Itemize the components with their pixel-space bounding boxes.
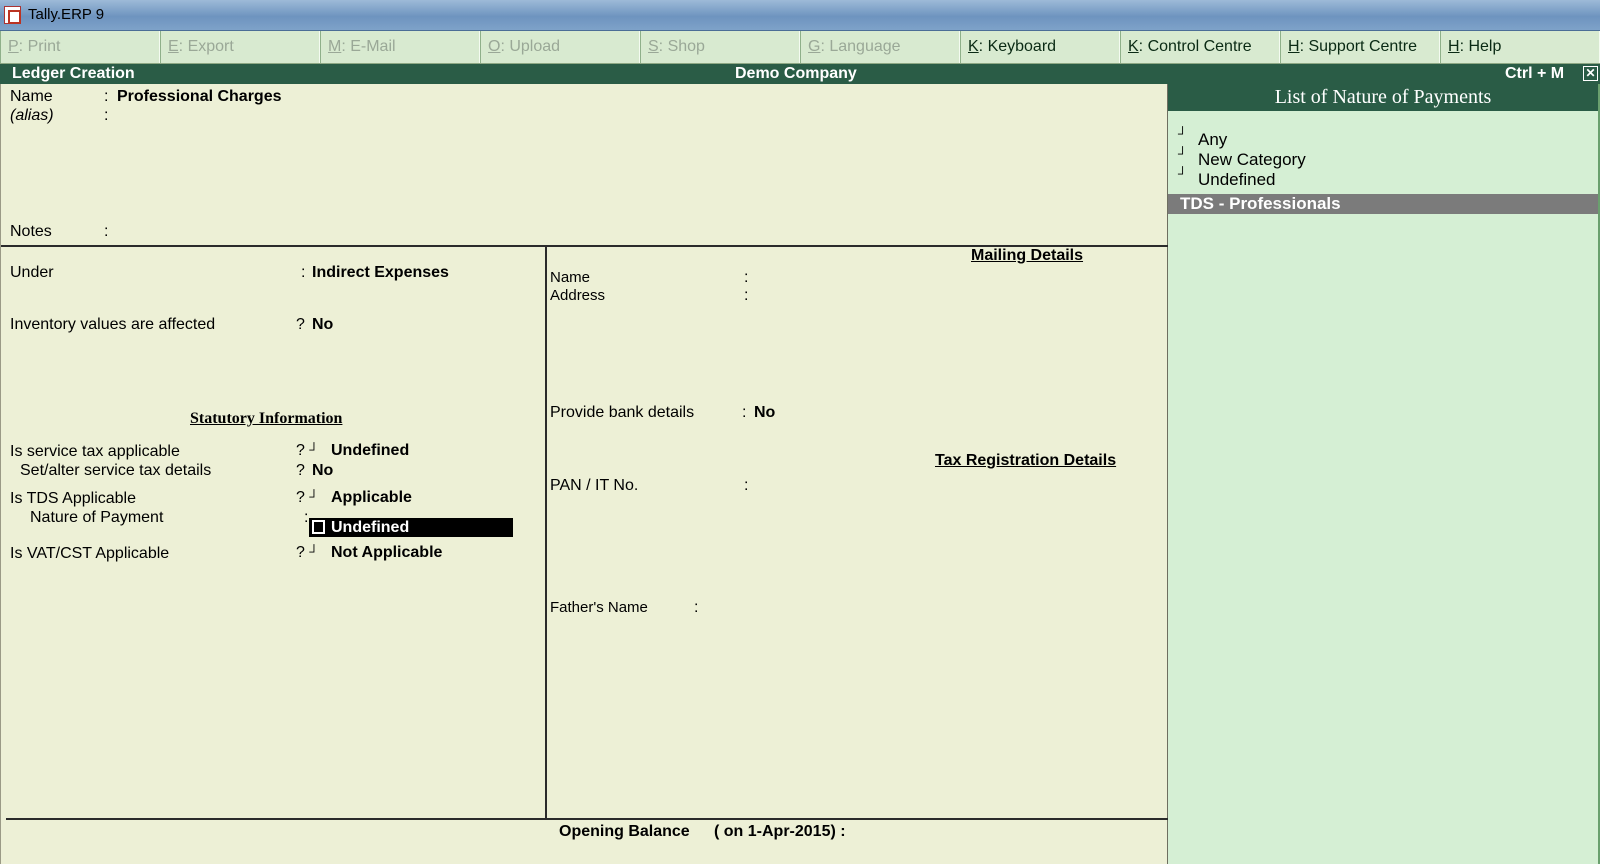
export-button[interactable]: E: Export: [160, 31, 320, 63]
service-tax-label: Is service tax applicable: [10, 443, 180, 460]
colon: :: [742, 404, 747, 421]
colon: :: [694, 599, 699, 616]
nature-of-payments-list: List of Nature of Payments ┘ Any ┘ New Cat…: [1168, 84, 1600, 864]
shop-button[interactable]: S: Shop: [640, 31, 800, 63]
colon: :: [104, 107, 109, 124]
cursor-icon: [312, 520, 325, 534]
hook-icon: ┘: [1178, 146, 1188, 161]
question-mark: ? ┘: [296, 544, 319, 561]
mailing-heading: Mailing Details: [971, 247, 1084, 264]
vat-label: Is VAT/CST Applicable: [10, 545, 170, 562]
divider: [6, 818, 1168, 820]
colon: :: [744, 287, 749, 304]
colon: :: [304, 509, 309, 526]
tds-label: Is TDS Applicable: [10, 490, 136, 507]
app-icon: [4, 6, 21, 24]
hook-icon: ┘: [309, 544, 319, 559]
help-button[interactable]: H: Help: [1440, 31, 1600, 63]
screen-title: Ledger Creation: [12, 65, 135, 82]
question-mark: ? ┘: [296, 489, 319, 506]
company-name: Demo Company: [735, 65, 857, 82]
list-title: List of Nature of Payments: [1168, 84, 1598, 111]
bank-label: Provide bank details: [550, 404, 695, 421]
control-centre-button[interactable]: K: Control Centre: [1120, 31, 1280, 63]
hook-icon: ┘: [309, 442, 319, 457]
question-mark: ?: [296, 316, 305, 333]
set-alter-label: Set/alter service tax details: [20, 462, 212, 479]
hook-icon: ┘: [1178, 166, 1188, 181]
opening-balance-date: ( on 1-Apr-2015) :: [714, 823, 846, 840]
inventory-label: Inventory values are affected: [10, 316, 216, 333]
ledger-form: Name : Professional Charges (alias) : No…: [0, 84, 1168, 864]
question-mark: ? ┘: [296, 442, 319, 459]
colon: :: [104, 88, 109, 105]
statutory-heading: Statutory Information: [190, 410, 343, 427]
upload-button[interactable]: O: Upload: [480, 31, 640, 63]
mailing-name-label: Name: [550, 269, 591, 286]
father-name-label: Father's Name: [550, 599, 648, 616]
colon: :: [104, 223, 109, 240]
divider: [545, 246, 547, 818]
close-icon[interactable]: ✕: [1583, 66, 1598, 81]
question-mark: ?: [296, 462, 305, 479]
shortcut-label: Ctrl + M: [1505, 65, 1565, 82]
vat-field[interactable]: Not Applicable: [331, 544, 442, 562]
under-field[interactable]: Indirect Expenses: [312, 264, 449, 282]
button-bar: P: Print E: Export M: E-Mail O: Upload S…: [0, 31, 1600, 64]
list-item[interactable]: ┘ New Category: [1178, 146, 1306, 170]
title-bar: Tally.ERP 9: [0, 0, 1600, 31]
list-item[interactable]: ┘ Undefined: [1178, 166, 1276, 190]
nature-label: Nature of Payment: [30, 509, 164, 526]
name-field[interactable]: Professional Charges: [117, 88, 282, 106]
support-centre-button[interactable]: H: Support Centre: [1280, 31, 1440, 63]
screen-header: Ledger Creation Demo Company Ctrl + M ✕: [0, 64, 1600, 84]
name-label: Name: [10, 88, 53, 105]
hook-icon: ┘: [1178, 126, 1188, 141]
opening-balance-label: Opening Balance: [559, 823, 690, 840]
email-button[interactable]: M: E-Mail: [320, 31, 480, 63]
colon: :: [744, 477, 749, 494]
language-button[interactable]: G: Language: [800, 31, 960, 63]
list-item[interactable]: ┘ Any: [1178, 126, 1227, 150]
inventory-field[interactable]: No: [312, 316, 333, 334]
address-label: Address: [550, 287, 606, 304]
set-alter-field[interactable]: No: [312, 462, 333, 480]
alias-label: (alias): [10, 107, 54, 124]
colon: :: [301, 264, 306, 281]
nature-of-payment-field[interactable]: Undefined: [309, 518, 513, 537]
colon: :: [744, 269, 749, 286]
tax-registration-heading: Tax Registration Details: [935, 452, 1117, 469]
under-label: Under: [10, 264, 54, 281]
window-title: Tally.ERP 9: [28, 6, 105, 23]
list-item-selected[interactable]: TDS - Professionals: [1168, 194, 1598, 214]
notes-label: Notes: [10, 223, 52, 240]
print-button[interactable]: P: Print: [0, 31, 160, 63]
tds-field[interactable]: Applicable: [331, 489, 412, 507]
bank-field[interactable]: No: [754, 404, 775, 422]
pan-label: PAN / IT No.: [550, 477, 639, 494]
keyboard-button[interactable]: K: Keyboard: [960, 31, 1120, 63]
service-tax-field[interactable]: Undefined: [331, 442, 409, 460]
hook-icon: ┘: [309, 489, 319, 504]
